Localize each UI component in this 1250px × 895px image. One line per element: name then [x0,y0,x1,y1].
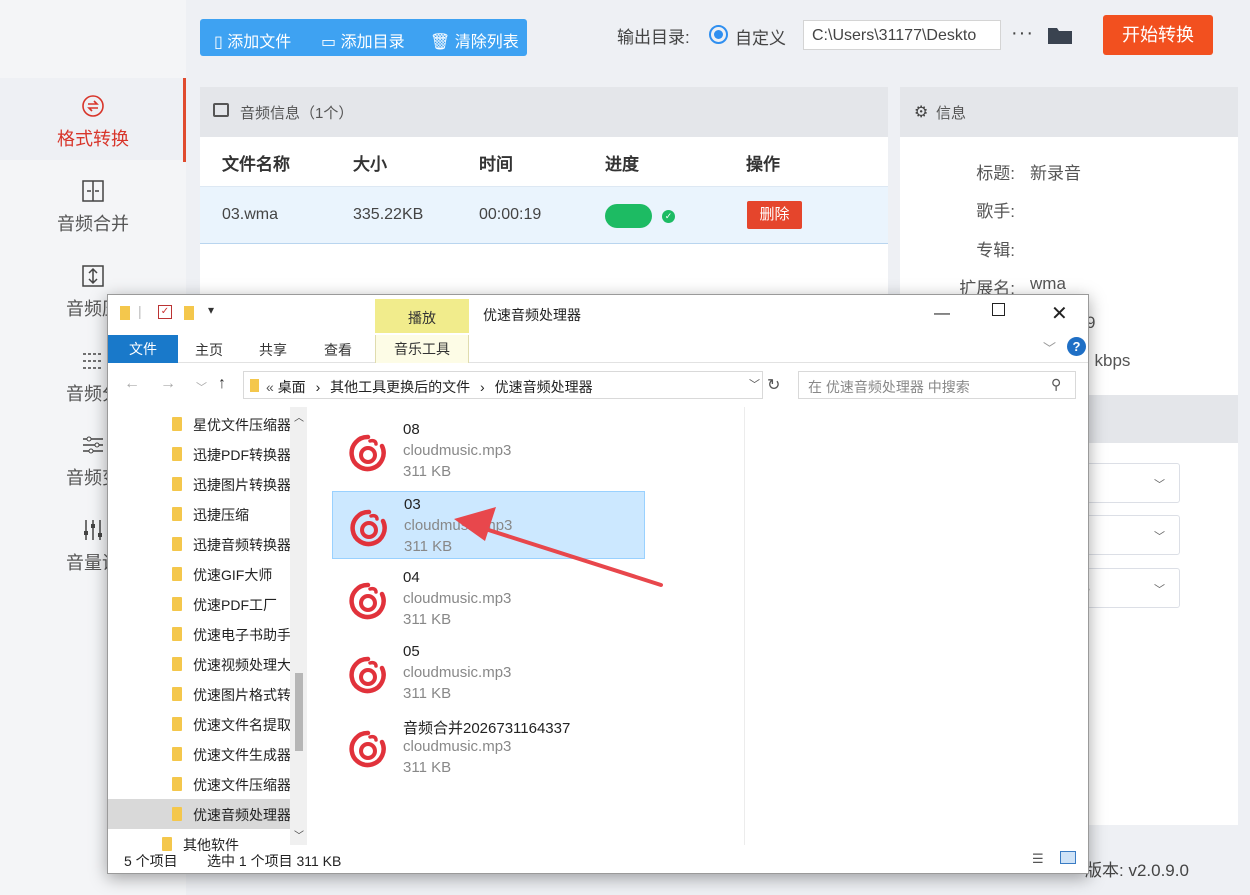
app-window: 格式转换 音频合并 音频压 音频分 音频变 音量调 ▯ 添加文件 ▭ 添加目录 … [0,0,1250,895]
annotation-arrow [454,507,663,587]
